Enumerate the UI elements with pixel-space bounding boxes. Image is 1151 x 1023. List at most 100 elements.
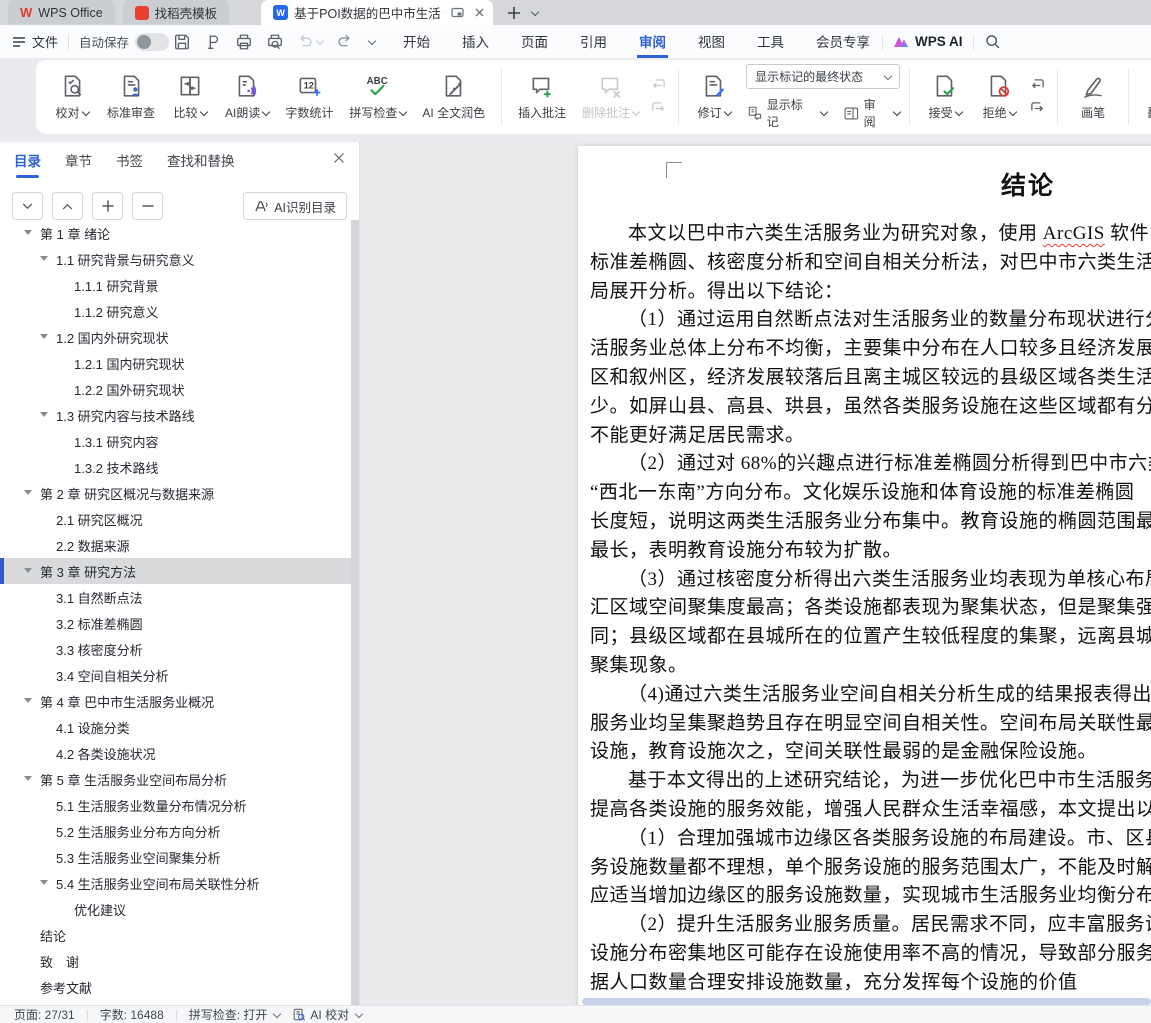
- toc-item[interactable]: 第 5 章 生活服务业空间布局分析: [0, 766, 351, 792]
- toc-item[interactable]: 第 3 章 研究方法: [0, 558, 351, 584]
- next-change-button[interactable]: [1029, 101, 1046, 116]
- collapse-arrow-icon[interactable]: [40, 880, 48, 885]
- previous-comment-button[interactable]: [650, 78, 667, 93]
- ai-recognize-toc-button[interactable]: AI识别目录: [243, 192, 347, 220]
- toc-item[interactable]: 3.2 标准差椭圆: [0, 610, 351, 636]
- collapse-arrow-icon[interactable]: [40, 412, 48, 417]
- expand-all-button[interactable]: [52, 192, 83, 220]
- toc-item[interactable]: 第 1 章 绪论: [0, 220, 351, 246]
- toc-item[interactable]: 5.2 生活服务业分布方向分析: [0, 818, 351, 844]
- toc-item[interactable]: 4.1 设施分类: [0, 714, 351, 740]
- menu-page[interactable]: 页面: [519, 25, 550, 58]
- undo-button[interactable]: [297, 33, 325, 50]
- toc-item[interactable]: 1.1.1 研究背景: [0, 272, 351, 298]
- insert-comment-button[interactable]: 插入批注: [511, 69, 573, 125]
- delete-comment-button[interactable]: 删除批注: [575, 69, 646, 125]
- split-screen-icon[interactable]: [451, 6, 464, 19]
- more-commands-chevron-icon[interactable]: [367, 36, 377, 45]
- file-menu-button[interactable]: 文件: [12, 32, 58, 51]
- menu-reference[interactable]: 引用: [578, 25, 609, 58]
- sidebar-tab-bookmarks[interactable]: 书签: [116, 150, 143, 172]
- ai-read-button[interactable]: AI朗读: [218, 69, 276, 125]
- close-tab-icon[interactable]: [474, 7, 485, 18]
- toc-item[interactable]: 4.2 各类设施状况: [0, 740, 351, 766]
- accept-change-button[interactable]: 接受: [919, 69, 971, 125]
- toc-item[interactable]: 1.2 国内外研究现状: [0, 324, 351, 350]
- toc-item[interactable]: 3.4 空间自相关分析: [0, 662, 351, 688]
- toc-item[interactable]: 1.3 研究内容与技术路线: [0, 402, 351, 428]
- tab-docer[interactable]: 找稻壳模板: [122, 0, 230, 25]
- toc-item[interactable]: 第 4 章 巴中市生活服务业概况: [0, 688, 351, 714]
- toc-item[interactable]: 1.1.2 研究意义: [0, 298, 351, 324]
- next-comment-button[interactable]: [650, 101, 667, 116]
- tab-wps-home[interactable]: W WPS Office: [8, 0, 115, 25]
- word-count-indicator[interactable]: 字数: 16488: [100, 1006, 164, 1023]
- zoom-in-button[interactable]: [92, 192, 123, 220]
- sidebar-tab-find-replace[interactable]: 查找和替换: [167, 150, 235, 172]
- menu-view[interactable]: 视图: [696, 25, 727, 58]
- print-preview-button[interactable]: [266, 33, 284, 51]
- sidebar-scrollbar[interactable]: [351, 220, 359, 1005]
- save-button[interactable]: [173, 33, 191, 51]
- tab-list-chevron-icon[interactable]: [530, 7, 540, 16]
- toc-item[interactable]: 5.3 生活服务业空间聚集分析: [0, 844, 351, 870]
- toc-item[interactable]: 2.2 数据来源: [0, 532, 351, 558]
- tab-document[interactable]: W 基于POI数据的巴中市生活服务: [261, 0, 494, 25]
- wps-ai-button[interactable]: WPS AI: [893, 34, 963, 49]
- sidebar-tab-chapters[interactable]: 章节: [65, 150, 92, 172]
- toc-item[interactable]: 1.3.1 研究内容: [0, 428, 351, 454]
- compare-button[interactable]: 比较: [164, 69, 216, 125]
- toc-item[interactable]: 1.2.1 国内研究现状: [0, 350, 351, 376]
- menu-member[interactable]: 会员专享: [814, 25, 872, 58]
- toc-item[interactable]: 优化建议: [0, 896, 351, 922]
- ai-polish-button[interactable]: AI 全文润色: [415, 69, 492, 125]
- zoom-out-button[interactable]: [132, 192, 163, 220]
- page-indicator[interactable]: 页面: 27/31: [14, 1006, 75, 1023]
- previous-change-button[interactable]: [1029, 78, 1046, 93]
- reject-change-button[interactable]: 拒绝: [973, 69, 1025, 125]
- toc-item[interactable]: 5.4 生活服务业空间布局关联性分析: [0, 870, 351, 896]
- menu-review[interactable]: 审阅: [637, 25, 669, 58]
- toc-item[interactable]: 致 谢: [0, 948, 351, 974]
- menu-insert[interactable]: 插入: [460, 25, 491, 58]
- menu-start[interactable]: 开始: [401, 25, 432, 58]
- collapse-arrow-icon[interactable]: [24, 490, 32, 495]
- pen-button[interactable]: 画笔: [1067, 69, 1119, 125]
- print-button[interactable]: [235, 33, 253, 51]
- autosave-toggle[interactable]: [135, 32, 170, 51]
- spellcheck-status[interactable]: 拼写检查: 打开: [189, 1006, 282, 1023]
- toc-item[interactable]: 1.3.2 技术路线: [0, 454, 351, 480]
- collapse-arrow-icon[interactable]: [24, 698, 32, 703]
- collapse-arrow-icon[interactable]: [24, 568, 32, 573]
- close-sidebar-icon[interactable]: [333, 152, 345, 164]
- collapse-all-button[interactable]: [12, 192, 43, 220]
- scrollbar-thumb[interactable]: [351, 220, 359, 1005]
- sidebar-tab-contents[interactable]: 目录: [14, 150, 41, 178]
- toc-item[interactable]: 1.1 研究背景与研究意义: [0, 246, 351, 272]
- ai-proofread-status[interactable]: AI 校对: [292, 1006, 364, 1023]
- toc-item[interactable]: 第 2 章 研究区概况与数据来源: [0, 480, 351, 506]
- toc-item[interactable]: 3.1 自然断点法: [0, 584, 351, 610]
- translate-button[interactable]: 文A 翻译: [1138, 69, 1151, 125]
- collapse-arrow-icon[interactable]: [40, 334, 48, 339]
- collapse-arrow-icon[interactable]: [24, 776, 32, 781]
- new-tab-button[interactable]: [507, 6, 521, 20]
- search-icon[interactable]: [984, 33, 1001, 50]
- markup-state-dropdown[interactable]: 显示标记的最终状态: [746, 64, 901, 89]
- toc-item[interactable]: 3.3 核密度分析: [0, 636, 351, 662]
- toc-item[interactable]: 结论: [0, 922, 351, 948]
- review-pane-button[interactable]: 审阅: [843, 96, 902, 130]
- word-count-button[interactable]: 12 字数统计: [278, 69, 340, 125]
- spell-check-button[interactable]: ABC 拼写检查: [342, 69, 413, 125]
- horizontal-scrollbar-thumb[interactable]: [582, 998, 1151, 1005]
- collapse-arrow-icon[interactable]: [24, 230, 32, 235]
- track-changes-button[interactable]: 修订: [688, 69, 740, 125]
- collapse-arrow-icon[interactable]: [40, 256, 48, 261]
- menu-tools[interactable]: 工具: [755, 25, 786, 58]
- toc-item[interactable]: 5.1 生活服务业数量分布情况分析: [0, 792, 351, 818]
- document-page[interactable]: 结论 本文以巴中市六类生活服务业为研究对象，使用 ArcGIS 软件中 标准差椭…: [578, 146, 1151, 1005]
- export-pdf-button[interactable]: [204, 33, 222, 51]
- toc-item[interactable]: 1.2.2 国外研究现状: [0, 376, 351, 402]
- show-markup-button[interactable]: 显示标记: [746, 96, 829, 130]
- proofread-button[interactable]: 校对: [46, 69, 98, 125]
